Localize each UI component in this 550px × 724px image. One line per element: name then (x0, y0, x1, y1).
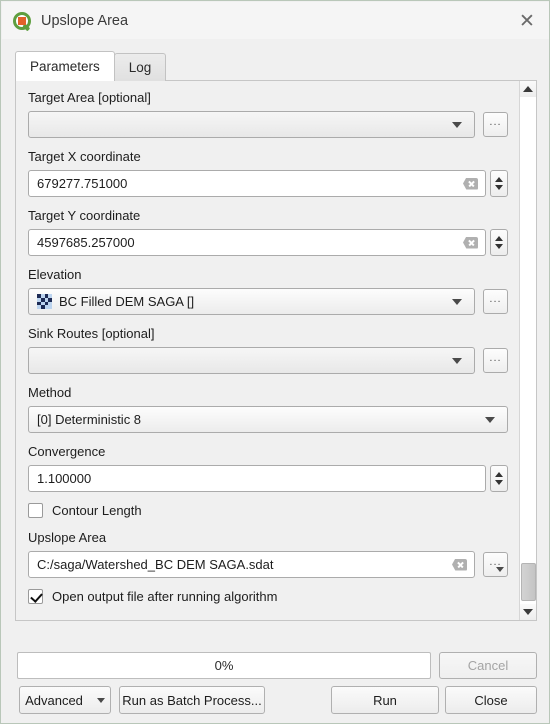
target-area-browse-label: ... (489, 115, 502, 128)
stepper-down-icon[interactable] (495, 244, 503, 249)
progress-bar: 0% (17, 652, 431, 679)
contour-length-checkbox-row[interactable]: Contour Length (28, 503, 508, 518)
title-bar: Upslope Area ✕ (2, 2, 549, 39)
open-output-label: Open output file after running algorithm (52, 589, 278, 604)
stepper-up-icon[interactable] (495, 177, 503, 182)
clear-icon[interactable] (452, 558, 467, 571)
target-x-label: Target X coordinate (28, 149, 141, 164)
progress-text: 0% (214, 658, 234, 673)
convergence-label: Convergence (28, 444, 106, 459)
method-value: [0] Deterministic 8 (37, 412, 142, 427)
chevron-down-icon (452, 357, 462, 364)
sink-routes-label: Sink Routes [optional] (28, 326, 155, 341)
vertical-scrollbar[interactable] (519, 81, 536, 620)
close-button[interactable]: Close (445, 686, 537, 714)
target-area-browse-button[interactable]: ... (483, 112, 508, 137)
upslope-area-row: C:/saga/Watershed_BC DEM SAGA.sdat ... (28, 551, 508, 578)
method-combo[interactable]: [0] Deterministic 8 (28, 406, 508, 433)
advanced-button[interactable]: Advanced (19, 686, 111, 714)
chevron-down-icon (452, 298, 462, 305)
target-y-stepper[interactable] (490, 229, 508, 256)
tab-bar: Parameters Log (15, 51, 167, 81)
convergence-stepper[interactable] (490, 465, 508, 492)
contour-length-label: Contour Length (52, 503, 142, 518)
qgis-logo-icon (12, 11, 32, 31)
close-icon[interactable]: ✕ (514, 9, 540, 33)
stepper-down-icon[interactable] (495, 185, 503, 190)
run-as-batch-process-button[interactable]: Run as Batch Process... (119, 686, 265, 714)
parameters-form: Target Area [optional] ... Target X coor… (16, 81, 520, 616)
method-row: [0] Deterministic 8 (28, 406, 508, 433)
convergence-input[interactable]: 1.100000 (28, 465, 486, 492)
scrollbar-thumb[interactable] (521, 563, 536, 601)
elevation-browse-button[interactable]: ... (483, 289, 508, 314)
chevron-down-icon (496, 567, 504, 572)
raster-layer-icon (37, 294, 52, 309)
target-x-stepper[interactable] (490, 170, 508, 197)
method-label: Method (28, 385, 72, 400)
close-button-label: Close (474, 692, 508, 708)
target-x-input[interactable]: 679277.751000 (28, 170, 486, 197)
target-area-combo[interactable] (28, 111, 475, 138)
sink-routes-combo[interactable] (28, 347, 475, 374)
stepper-down-icon[interactable] (495, 480, 503, 485)
cancel-button-label: Cancel (467, 658, 509, 673)
elevation-combo[interactable]: BC Filled DEM SAGA [] (28, 288, 475, 315)
triangle-up-icon (523, 86, 533, 92)
target-x-row: 679277.751000 (28, 170, 508, 197)
elevation-label: Elevation (28, 267, 82, 282)
parameters-scroll-area: Target Area [optional] ... Target X coor… (15, 80, 537, 621)
sink-routes-browse-label: ... (489, 351, 502, 364)
open-output-checkbox-row[interactable]: Open output file after running algorithm (28, 589, 508, 604)
clear-icon[interactable] (463, 236, 478, 249)
elevation-row: BC Filled DEM SAGA [] ... (28, 288, 508, 315)
target-area-label: Target Area [optional] (28, 90, 151, 105)
open-output-checkbox[interactable] (28, 589, 43, 604)
convergence-value: 1.100000 (37, 471, 92, 486)
run-as-batch-process-label: Run as Batch Process... (122, 692, 262, 708)
chevron-down-icon (485, 416, 495, 423)
tab-log-label: Log (128, 60, 152, 75)
convergence-row: 1.100000 (28, 465, 508, 492)
sink-routes-row: ... (28, 347, 508, 374)
upslope-area-input[interactable]: C:/saga/Watershed_BC DEM SAGA.sdat (28, 551, 475, 578)
chevron-down-icon (452, 121, 462, 128)
upslope-area-label: Upslope Area (28, 530, 107, 545)
advanced-button-label: Advanced (25, 692, 83, 708)
run-button-label: Run (373, 692, 397, 708)
cancel-button[interactable]: Cancel (439, 652, 537, 679)
stepper-up-icon[interactable] (495, 472, 503, 477)
tab-parameters-label: Parameters (30, 59, 100, 74)
target-y-value: 4597685.257000 (37, 235, 135, 250)
chevron-down-icon (96, 697, 105, 703)
run-button[interactable]: Run (331, 686, 439, 714)
upslope-area-value: C:/saga/Watershed_BC DEM SAGA.sdat (37, 557, 274, 572)
elevation-browse-label: ... (489, 292, 502, 305)
upslope-area-dialog: Upslope Area ✕ Parameters Log Target Are… (0, 0, 550, 724)
tab-parameters[interactable]: Parameters (15, 51, 115, 81)
triangle-down-icon (523, 609, 533, 615)
target-y-input[interactable]: 4597685.257000 (28, 229, 486, 256)
window-title: Upslope Area (41, 12, 129, 29)
upslope-area-browse-label: ... (489, 555, 502, 568)
stepper-up-icon[interactable] (495, 236, 503, 241)
scroll-down-button[interactable] (520, 604, 536, 620)
scroll-up-button[interactable] (520, 81, 536, 97)
sink-routes-browse-button[interactable]: ... (483, 348, 508, 373)
clear-icon[interactable] (463, 177, 478, 190)
target-area-row: ... (28, 111, 508, 138)
target-x-value: 679277.751000 (37, 176, 128, 191)
target-y-label: Target Y coordinate (28, 208, 141, 223)
target-y-row: 4597685.257000 (28, 229, 508, 256)
upslope-area-browse-button[interactable]: ... (483, 552, 508, 577)
tab-log[interactable]: Log (113, 53, 167, 81)
elevation-value: BC Filled DEM SAGA [] (59, 294, 195, 309)
contour-length-checkbox[interactable] (28, 503, 43, 518)
